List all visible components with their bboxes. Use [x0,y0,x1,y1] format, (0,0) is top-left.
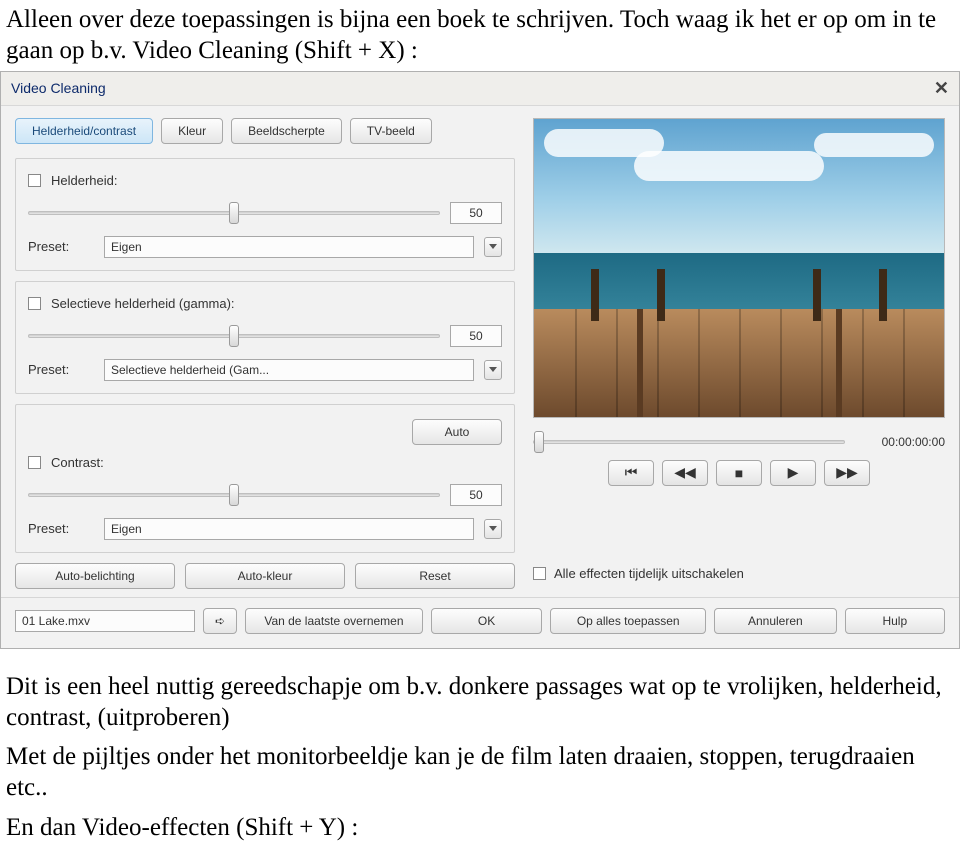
seek-slider[interactable] [533,434,845,450]
doc-paragraph-3: Met de pijltjes onder het monitorbeeldje… [0,737,960,808]
footer-row: 01 Lake.mxv ➪ Van de laatste overnemen O… [1,598,959,648]
disable-effects-label: Alle effecten tijdelijk uitschakelen [554,566,744,581]
rewind-button[interactable]: ◀◀ [662,460,708,486]
brightness-checkbox[interactable] [28,174,41,187]
next-file-arrow-icon[interactable]: ➪ [203,608,237,634]
apply-all-button[interactable]: Op alles toepassen [550,608,706,634]
brightness-slider[interactable] [28,205,440,221]
preview-column: 00:00:00:00 ⏮ ◀◀ ■ ▶ ▶▶ Alle effecten ti… [533,118,945,589]
brightness-value[interactable]: 50 [450,202,502,224]
doc-paragraph-1: Alleen over deze toepassingen is bijna e… [0,0,960,71]
tabs: Helderheid/contrast Kleur Beeldscherpte … [15,118,515,144]
controls-column: Helderheid/contrast Kleur Beeldscherpte … [15,118,515,589]
window-title: Video Cleaning [11,80,106,96]
transport-controls: ⏮ ◀◀ ■ ▶ ▶▶ [533,460,945,486]
gamma-preset-label: Preset: [28,362,94,377]
play-button[interactable]: ▶ [770,460,816,486]
close-icon[interactable]: ✕ [934,78,949,99]
skip-start-button[interactable]: ⏮ [608,460,654,486]
contrast-section: Auto Contrast: 50 Preset: Eigen [15,404,515,553]
gamma-section: Selectieve helderheid (gamma): 50 Preset… [15,281,515,394]
gamma-slider[interactable] [28,328,440,344]
contrast-slider[interactable] [28,487,440,503]
gamma-preset-combo[interactable]: Selectieve helderheid (Gam... [104,359,474,381]
tab-tv-image[interactable]: TV-beeld [350,118,432,144]
disable-effects-checkbox[interactable] [533,567,546,580]
video-cleaning-window: Video Cleaning ✕ Helderheid/contrast Kle… [0,71,960,649]
contrast-preset-combo[interactable]: Eigen [104,518,474,540]
brightness-preset-dropdown-icon[interactable] [484,237,502,257]
video-preview [533,118,945,418]
brightness-section: Helderheid: 50 Preset: Eigen [15,158,515,271]
gamma-checkbox[interactable] [28,297,41,310]
brightness-preset-label: Preset: [28,239,94,254]
auto-exposure-button[interactable]: Auto-belichting [15,563,175,589]
contrast-value[interactable]: 50 [450,484,502,506]
gamma-preset-dropdown-icon[interactable] [484,360,502,380]
fast-forward-button[interactable]: ▶▶ [824,460,870,486]
contrast-checkbox[interactable] [28,456,41,469]
ok-button[interactable]: OK [431,608,542,634]
tab-color[interactable]: Kleur [161,118,223,144]
brightness-preset-combo[interactable]: Eigen [104,236,474,258]
auto-color-button[interactable]: Auto-kleur [185,563,345,589]
stop-button[interactable]: ■ [716,460,762,486]
gamma-label: Selectieve helderheid (gamma): [51,296,235,311]
brightness-label: Helderheid: [51,173,118,188]
contrast-auto-button[interactable]: Auto [412,419,502,445]
help-button[interactable]: Hulp [845,608,945,634]
cancel-button[interactable]: Annuleren [714,608,837,634]
tab-brightness-contrast[interactable]: Helderheid/contrast [15,118,153,144]
gamma-value[interactable]: 50 [450,325,502,347]
title-bar: Video Cleaning ✕ [1,72,959,106]
file-combo[interactable]: 01 Lake.mxv [15,610,195,632]
contrast-preset-label: Preset: [28,521,94,536]
doc-paragraph-4: En dan Video-effecten (Shift + Y) : [0,808,960,847]
tab-sharpness[interactable]: Beeldscherpte [231,118,342,144]
contrast-preset-dropdown-icon[interactable] [484,519,502,539]
from-last-button[interactable]: Van de laatste overnemen [245,608,423,634]
doc-paragraph-2: Dit is een heel nuttig gereedschapje om … [0,667,960,738]
reset-button[interactable]: Reset [355,563,515,589]
contrast-label: Contrast: [51,455,104,470]
timecode: 00:00:00:00 [853,435,945,449]
